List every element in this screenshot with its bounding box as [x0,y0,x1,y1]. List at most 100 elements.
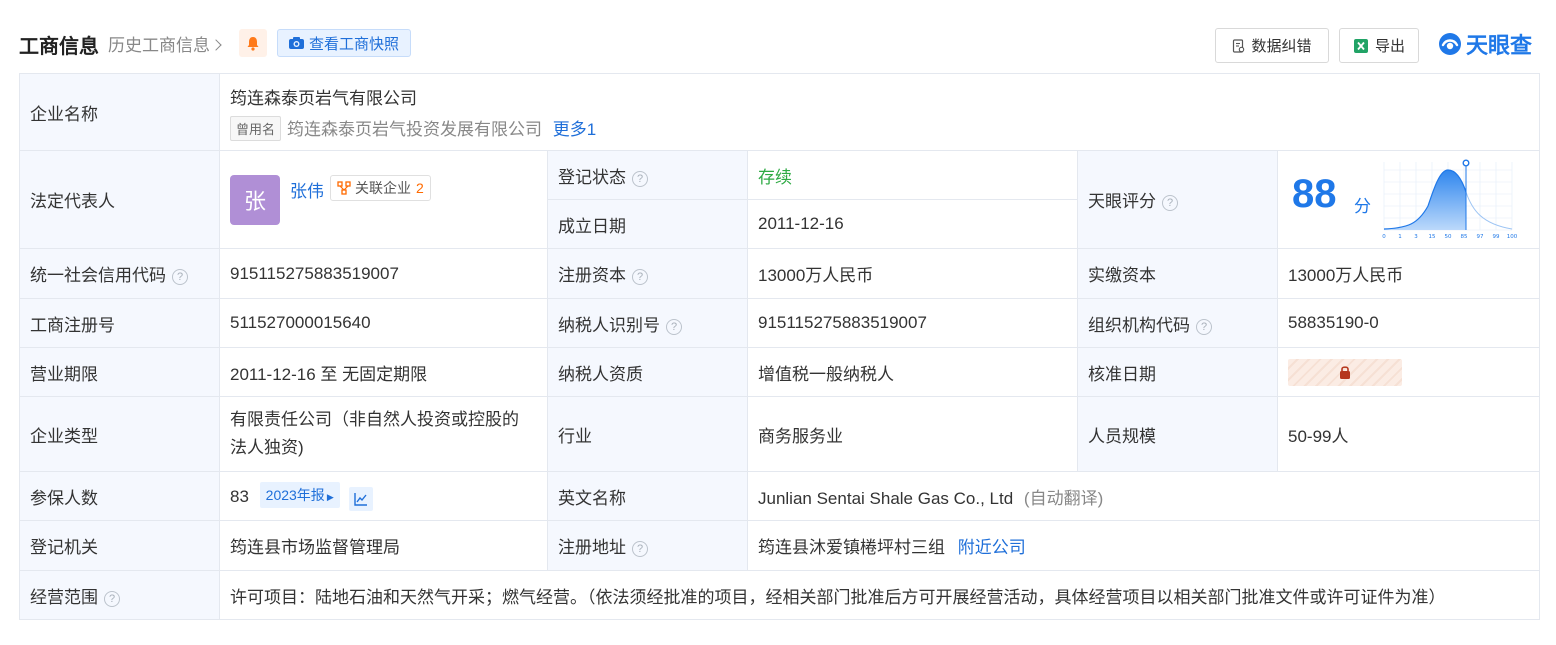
line-chart-icon [354,492,368,506]
nearby-companies-link[interactable]: 附近公司 [958,538,1026,557]
more-former-names-link[interactable]: 更多1 [553,120,596,139]
caret-right-icon: ▶ [326,491,334,502]
data-correction-label: 数据纠错 [1251,38,1312,55]
label-term: 营业期限 [19,347,220,397]
bell-icon [247,36,259,51]
score-axis-tick: 1 [1398,234,1402,240]
label-taxpayer-id: 纳税人识别号? [547,298,748,348]
taxpayer-id-value: 915115275883519007 [747,298,1078,348]
tax-quality-value: 增值税一般纳税人 [747,347,1078,397]
follow-bell-button[interactable] [239,29,267,57]
cell-score[interactable]: 88 分 0 1 3 15 50 85 97 99 100 [1276,150,1541,249]
cell-insured: 83 2023年报 ▶ [219,471,548,521]
score-widget[interactable]: 88 分 0 1 3 15 50 85 97 99 100 [1278,152,1539,248]
credit-code-value: 915115275883519007 [219,248,548,299]
score-distribution-chart: 0 1 3 15 50 85 97 99 100 [1382,159,1518,240]
label-address: 注册地址? [547,520,748,571]
lock-icon [1340,366,1350,379]
snapshot-button[interactable]: 查看工商快照 [277,29,411,57]
score-axis-tick: 100 [1507,234,1518,240]
help-icon[interactable]: ? [104,590,120,607]
label-company-name: 企业名称 [19,73,220,151]
cell-approval-date [1276,347,1541,397]
tianyancha-logo: 天眼查 [1437,29,1532,59]
help-icon[interactable]: ? [632,269,648,285]
industry-value: 商务服务业 [747,396,1078,472]
label-approval-date: 核准日期 [1077,347,1278,397]
reg-number-value: 511527000015640 [219,298,548,348]
row-insured: 参保人数 83 2023年报 ▶ 英文名称 Junlian Sentai Shal… [19,471,1541,521]
label-scope-text: 经营范围 [30,587,98,607]
status-value: 存续 [758,167,792,187]
help-icon[interactable]: ? [632,541,648,557]
paid-capital-value: 13000万人民币 [1276,248,1541,299]
label-paid-capital: 实缴资本 [1077,248,1278,299]
scope-value: 许可项目：陆地石油和天然气开采；燃气经营。（依法须经批准的项目，经相关部门批准后… [218,570,1541,620]
label-authority: 登记机关 [19,520,220,571]
data-correction-button[interactable]: 数据纠错 [1215,28,1329,63]
label-reg-capital-text: 注册资本 [558,266,626,285]
label-industry: 行业 [547,396,748,472]
label-legal-rep: 法定代表人 [19,150,220,249]
legal-rep-name[interactable]: 张伟 [290,177,324,202]
camera-icon [289,37,304,49]
export-button-label: 导出 [1374,38,1405,55]
row-credit-code: 统一社会信用代码? 915115275883519007 注册资本? 13000… [19,248,1541,299]
label-reg-capital: 注册资本? [547,248,748,299]
export-button[interactable]: 导出 [1339,28,1419,63]
label-tax-quality: 纳税人资质 [547,347,748,397]
cell-company-type: 有限责任公司（非自然人投资或控股的 法人独资) [219,396,548,472]
score-axis-tick: 85 [1461,234,1468,240]
cell-status: 存续 [747,150,1078,200]
help-icon[interactable]: ? [1162,195,1178,211]
help-icon[interactable]: ? [632,170,648,187]
network-icon [337,180,351,195]
english-name-value: Junlian Sentai Shale Gas Co., Ltd [758,488,1014,508]
label-english-name: 英文名称 [547,471,748,521]
help-icon[interactable]: ? [666,318,682,335]
label-status-text: 登记状态 [558,167,626,187]
related-companies-tag[interactable]: 关联企业 2 [330,174,431,201]
trend-chart-button[interactable] [349,486,374,511]
score-value: 88 [1292,171,1337,216]
chevron-right-icon [210,39,222,51]
org-code-value: 58835190-0 [1276,298,1541,348]
former-name-row: 曾用名 筠连森泰页岩气投资发展有限公司 更多1 [230,115,1529,141]
term-value: 2011-12-16 至 无固定期限 [219,347,548,397]
cell-legal-rep: 张 张伟 关联企业 2 [219,150,548,249]
logo-eye-icon [1439,33,1461,55]
avatar[interactable]: 张 [230,174,280,225]
help-icon[interactable]: ? [172,269,188,285]
established-value: 2011-12-16 [747,199,1078,249]
annual-report-tag[interactable]: 2023年报 ▶ [259,481,340,508]
business-info-table: 企业名称 筠连森泰页岩气有限公司 曾用名 筠连森泰页岩气投资发展有限公司 更多1 … [19,73,1541,620]
label-company-type: 企业类型 [19,396,220,472]
row-company-type: 企业类型 有限责任公司（非自然人投资或控股的 法人独资) 行业 商务服务业 人员… [19,396,1541,472]
row-scope: 经营范围? 许可项目：陆地石油和天然气开采；燃气经营。（依法须经批准的项目，经相… [19,570,1541,620]
help-icon[interactable]: ? [1196,318,1212,335]
insured-value: 83 [230,486,249,506]
label-org-code-text: 组织机构代码 [1088,315,1190,335]
logo-text: 天眼查 [1466,33,1533,58]
section-title: 工商信息 [19,36,99,58]
label-score: 天眼评分? [1077,150,1278,249]
company-name: 筠连森泰页岩气有限公司 [230,88,417,108]
label-org-code: 组织机构代码? [1077,298,1278,348]
row-legal-status: 法定代表人 张 张伟 关联企业 2 登记状态? 存续 天眼评分? 88 分 0 … [19,150,1541,249]
reg-capital-value: 13000万人民币 [747,248,1078,299]
related-companies-count: 2 [416,179,424,196]
staff-size-value: 50-99人 [1276,396,1541,472]
score-axis-tick: 15 [1429,234,1436,240]
label-staff-size: 人员规模 [1077,396,1278,472]
score-unit: 分 [1354,196,1371,216]
locked-content[interactable] [1288,358,1402,386]
company-type-line2: 法人独资) [230,438,304,457]
label-score-text: 天眼评分 [1088,192,1156,211]
score-axis-tick: 3 [1414,234,1418,240]
snapshot-button-label: 查看工商快照 [309,35,400,53]
history-link[interactable]: 历史工商信息 [108,31,222,56]
section-header: 工商信息 历史工商信息 查看工商快照 数据纠错 导出 天眼查 [0,0,1556,74]
legal-rep-block: 张 张伟 关联企业 2 [230,174,537,225]
auto-translate-note: (自动翻译) [1023,488,1104,508]
history-link-label: 历史工商信息 [108,36,210,55]
